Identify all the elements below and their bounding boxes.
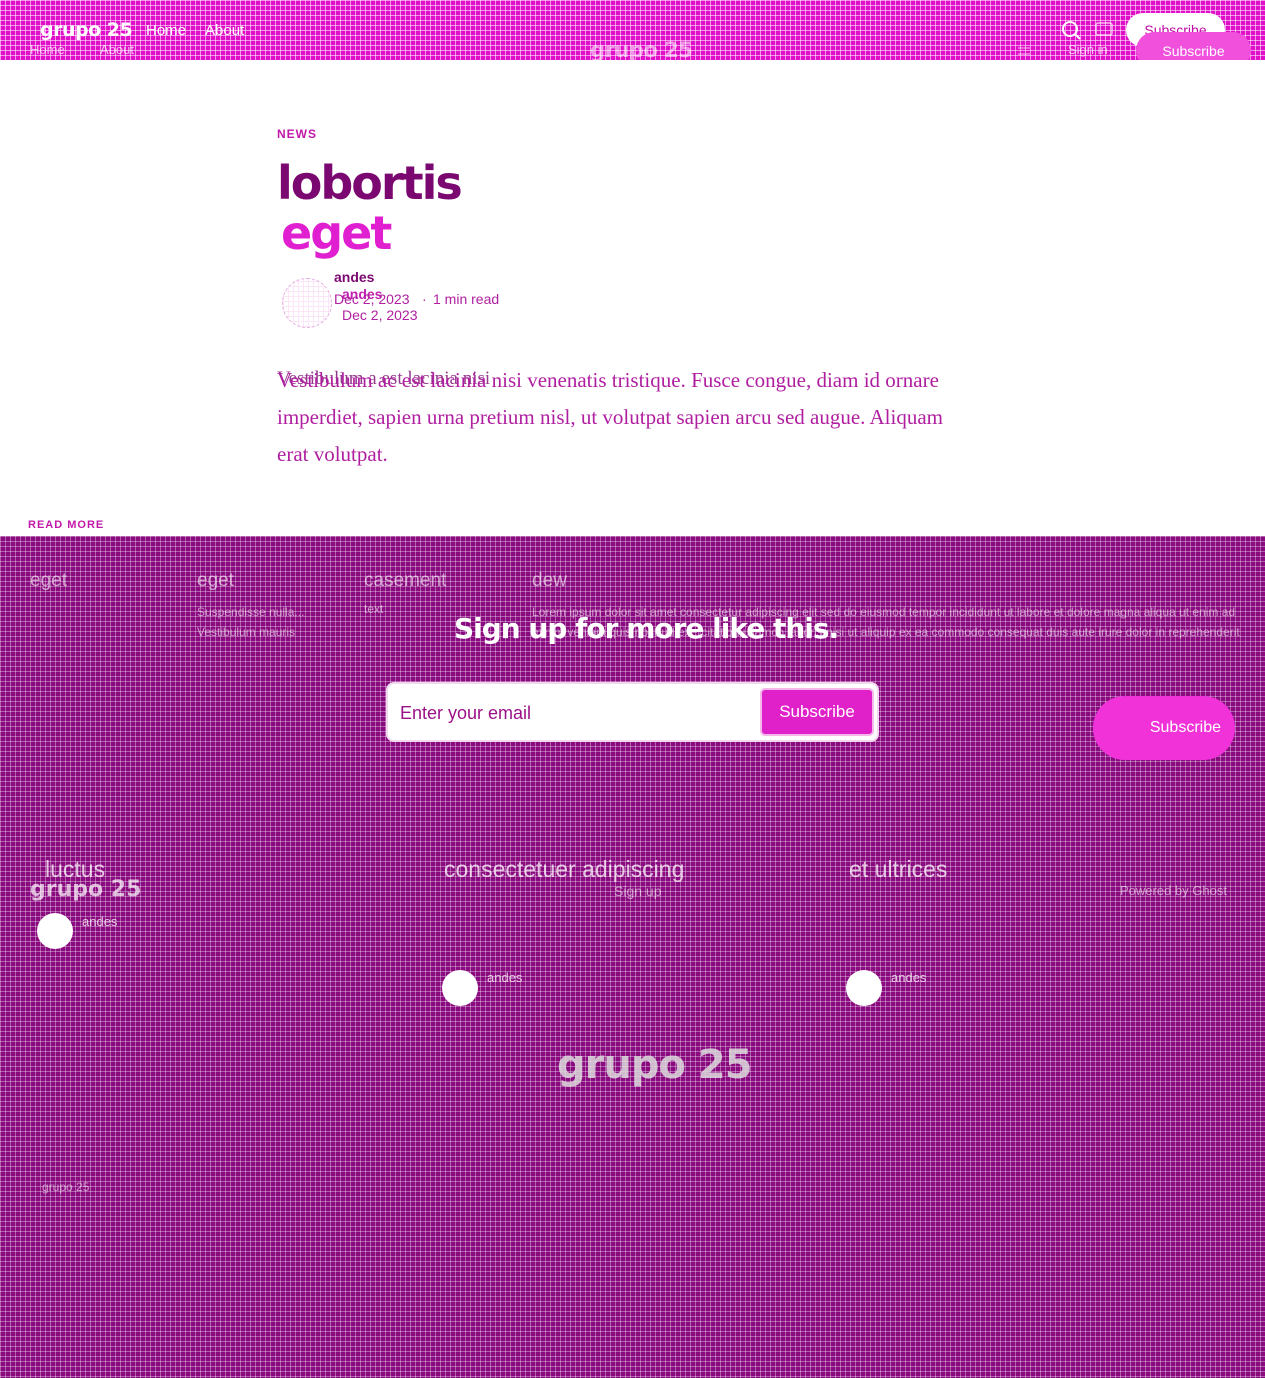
post-title-line2: eget	[281, 206, 392, 260]
footer-signup-link[interactable]: Sign up	[614, 883, 661, 899]
nav-home-ghost: Home	[30, 42, 65, 57]
signup-subscribe-button[interactable]: Subscribe	[760, 688, 874, 736]
site-header: grupo 25 Home About Home About grupo 25 …	[0, 0, 1265, 60]
footer-logo[interactable]: grupo 25	[30, 877, 141, 902]
nav-home[interactable]: Home	[146, 22, 186, 39]
signup-heading: Sign up for more like this.	[454, 612, 839, 645]
email-input[interactable]	[400, 694, 750, 732]
read-time: 1 min read	[433, 291, 500, 307]
related-title-2[interactable]: eget	[197, 570, 234, 592]
nav-about[interactable]: About	[205, 22, 244, 39]
related-title-4[interactable]: dew	[532, 570, 567, 592]
meta-separator: ·	[422, 291, 427, 307]
section-title-3[interactable]: et ultrices	[849, 856, 947, 883]
section-author-1[interactable]: andes	[82, 914, 117, 929]
section-author-3[interactable]: andes	[891, 970, 926, 985]
powered-by-ghost[interactable]: Powered by Ghost	[1120, 883, 1227, 898]
section-author-2[interactable]: andes	[487, 970, 522, 985]
search-icon[interactable]	[1060, 19, 1082, 41]
author-name[interactable]: andes	[334, 269, 374, 285]
account-icon[interactable]	[1095, 22, 1113, 36]
footer-big-logo[interactable]: grupo 25	[557, 1042, 753, 1088]
author-avatar-1[interactable]	[37, 913, 73, 949]
footer-copyright: grupo 25	[42, 1180, 90, 1194]
author-avatar-3[interactable]	[846, 970, 882, 1006]
site-logo-center: grupo 25	[590, 38, 693, 60]
post-date-ghost: Dec 2, 2023	[342, 307, 418, 323]
post-date: Dec 2, 2023	[334, 291, 410, 307]
read-more-link[interactable]: READ MORE	[28, 519, 104, 531]
signin-link[interactable]: Sign in	[1068, 42, 1108, 57]
related-text-3: text	[364, 602, 384, 616]
author-avatar[interactable]	[282, 278, 332, 328]
related-text-2: Suspendisse nulla... Vestibulum mauris	[197, 605, 305, 639]
nav-about-ghost: About	[100, 42, 134, 57]
post-body: Vestibulum ac est lacinia nisi venenatis…	[277, 368, 944, 466]
site-footer: eget eget Suspendisse nulla... Vestibulu…	[0, 536, 1265, 1378]
related-title-1[interactable]: eget	[30, 570, 67, 592]
related-title-3[interactable]: casement	[364, 570, 446, 592]
signup-form: Subscribe	[386, 682, 879, 742]
author-avatar-2[interactable]	[442, 970, 478, 1006]
post-title-line1: lobortis	[277, 156, 463, 210]
site-logo[interactable]: grupo 25	[40, 19, 133, 41]
floating-subscribe-button[interactable]: Subscribe	[1093, 696, 1235, 760]
post-tag[interactable]: NEWS	[277, 127, 317, 141]
section-title-2[interactable]: consectetuer adipiscing	[444, 856, 684, 883]
menu-icon[interactable]	[1018, 43, 1030, 55]
subscribe-button-ghost[interactable]: Subscribe	[1136, 32, 1251, 60]
